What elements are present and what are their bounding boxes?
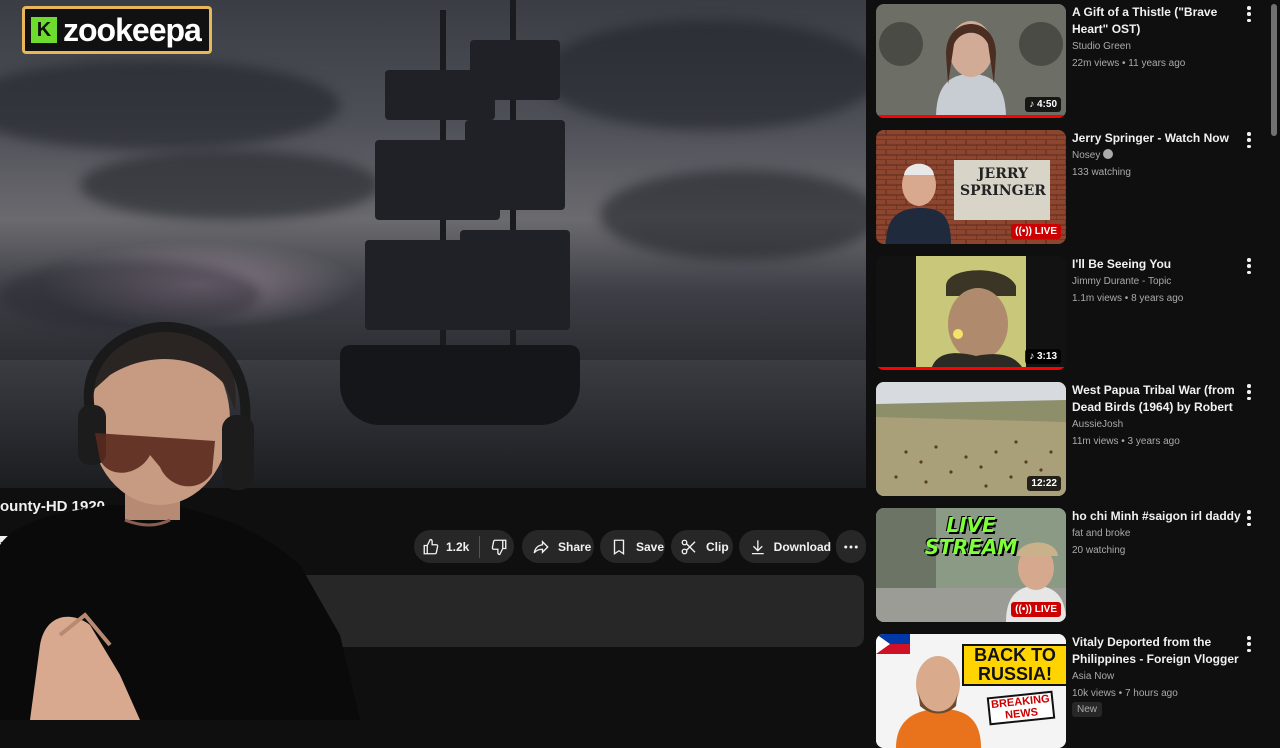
download-button[interactable]: Download bbox=[739, 530, 831, 563]
video-title[interactable]: A Gift of a Thistle ("Brave Heart" OST) bbox=[1072, 4, 1244, 38]
channel-name[interactable]: Studio Green bbox=[1072, 38, 1131, 55]
like-dislike-group: 1.2k bbox=[414, 530, 514, 563]
live-badge: ((•)) LIVE bbox=[1011, 602, 1061, 617]
recommendation-item[interactable]: ♪ 3:13 I'll Be Seeing You Jimmy Durante … bbox=[876, 252, 1266, 372]
divider bbox=[479, 535, 481, 558]
recommendation-item[interactable]: BACK TO RUSSIA! BREAKING NEWS Vitaly Dep… bbox=[876, 630, 1266, 748]
video-thumbnail[interactable]: LIVE STREAM ((•)) LIVE bbox=[876, 508, 1066, 622]
duration-text: 4:50 bbox=[1036, 99, 1057, 110]
video-title[interactable]: I'll Be Seeing You bbox=[1072, 256, 1244, 273]
save-button[interactable]: Save bbox=[600, 530, 665, 563]
cloud bbox=[80, 150, 380, 220]
video-title[interactable]: West Papua Tribal War (from Dead Birds (… bbox=[1072, 382, 1244, 416]
video-stats: 11m views • 3 years ago bbox=[1072, 436, 1180, 447]
recommendation-item[interactable]: LIVE STREAM ((•)) LIVE ho chi Minh #saig… bbox=[876, 504, 1266, 624]
duration-text: 12:22 bbox=[1031, 478, 1057, 489]
channel-name[interactable]: Jimmy Durante - Topic bbox=[1072, 273, 1171, 290]
download-label: Download bbox=[773, 539, 831, 554]
live-text: LIVE bbox=[1034, 604, 1057, 615]
duration-badge: 12:22 bbox=[1027, 476, 1061, 491]
more-actions-button[interactable] bbox=[836, 530, 866, 563]
clip-label: Clip bbox=[706, 539, 729, 554]
more-horizontal-icon bbox=[844, 545, 858, 548]
video-thumbnail[interactable]: ♪ 3:13 bbox=[876, 256, 1066, 370]
thumbs-up-icon bbox=[423, 538, 439, 554]
new-badge: New bbox=[1072, 702, 1103, 717]
cloud bbox=[540, 20, 866, 130]
recommendation-item[interactable]: JERRY SPRINGER ((•)) LIVE Jerry Springer… bbox=[876, 126, 1266, 246]
recommendation-item[interactable]: ♪ 4:50 A Gift of a Thistle ("Brave Heart… bbox=[876, 0, 1266, 120]
more-options-icon[interactable] bbox=[1245, 384, 1253, 400]
ship-sail bbox=[460, 230, 570, 330]
sidebar-scrollbar[interactable] bbox=[1271, 4, 1277, 136]
channel-name[interactable]: Nosey bbox=[1072, 147, 1114, 164]
more-options-icon[interactable] bbox=[1245, 510, 1253, 526]
cloud bbox=[0, 60, 340, 150]
video-stats: 1.1m views • 8 years ago bbox=[1072, 293, 1184, 304]
headphones-right-cup bbox=[222, 415, 254, 490]
share-label: Share bbox=[558, 539, 592, 554]
thumbnail-text: LIVE STREAM bbox=[924, 513, 1018, 559]
channel-label: Nosey bbox=[1072, 150, 1101, 161]
video-stats: 20 watching bbox=[1072, 545, 1126, 556]
scissors-icon bbox=[681, 539, 696, 554]
video-title[interactable]: Vitaly Deported from the Philippines - F… bbox=[1072, 634, 1244, 668]
live-text: LIVE bbox=[1034, 226, 1057, 237]
video-thumbnail[interactable]: BACK TO RUSSIA! BREAKING NEWS bbox=[876, 634, 1066, 748]
bookmark-icon bbox=[613, 539, 625, 555]
more-options-icon[interactable] bbox=[1245, 6, 1253, 22]
logo-text: zookeepa bbox=[63, 11, 202, 48]
channel-name[interactable]: AussieJosh bbox=[1072, 416, 1123, 433]
more-options-icon[interactable] bbox=[1245, 132, 1253, 148]
channel-name[interactable]: Asia Now bbox=[1072, 668, 1114, 685]
video-stats: 133 watching bbox=[1072, 167, 1131, 178]
streamer-webcam-overlay bbox=[0, 321, 360, 720]
channel-name[interactable]: fat and broke bbox=[1072, 525, 1130, 542]
clip-button[interactable]: Clip bbox=[671, 530, 733, 563]
duration-badge: ♪ 3:13 bbox=[1025, 349, 1061, 364]
duration-badge: ♪ 4:50 bbox=[1025, 97, 1061, 112]
thumbs-down-icon bbox=[492, 539, 507, 555]
zookeepa-logo: K zookeepa bbox=[22, 6, 212, 54]
thumbnail-text: JERRY SPRINGER bbox=[960, 166, 1046, 199]
like-button[interactable]: 1.2k bbox=[422, 538, 469, 556]
thumbnail-text: BACK TO RUSSIA! bbox=[962, 644, 1066, 686]
video-title[interactable]: ho chi Minh #saigon irl daddy bbox=[1072, 508, 1244, 525]
share-button[interactable]: Share bbox=[522, 530, 594, 563]
more-options-icon[interactable] bbox=[1245, 258, 1253, 274]
dislike-button[interactable] bbox=[490, 538, 508, 556]
duration-text: 3:13 bbox=[1036, 351, 1057, 362]
watch-progress-bar bbox=[876, 115, 1066, 118]
live-badge: ((•)) LIVE bbox=[1011, 224, 1061, 239]
cloud bbox=[600, 170, 866, 260]
download-icon bbox=[751, 539, 764, 554]
logo-k-icon: K bbox=[29, 15, 59, 45]
video-thumbnail[interactable]: 12:22 bbox=[876, 382, 1066, 496]
video-thumbnail[interactable]: ♪ 4:50 bbox=[876, 4, 1066, 118]
like-count: 1.2k bbox=[446, 539, 470, 554]
more-options-icon[interactable] bbox=[1245, 636, 1253, 652]
save-label: Save bbox=[636, 539, 665, 554]
video-thumbnail[interactable]: JERRY SPRINGER ((•)) LIVE bbox=[876, 130, 1066, 244]
watch-progress-bar bbox=[876, 367, 1066, 370]
video-stats: 22m views • 11 years ago bbox=[1072, 58, 1186, 69]
verified-icon bbox=[1103, 149, 1114, 159]
video-title[interactable]: Jerry Springer - Watch Now bbox=[1072, 130, 1244, 147]
video-stats: 10k views • 7 hours ago bbox=[1072, 688, 1178, 699]
ship-hull bbox=[340, 345, 580, 425]
share-icon bbox=[533, 539, 549, 554]
ship-sail bbox=[470, 40, 560, 100]
recommendations-sidebar: ♪ 4:50 A Gift of a Thistle ("Brave Heart… bbox=[876, 0, 1280, 748]
ship-sail bbox=[465, 120, 565, 210]
recommendation-item[interactable]: 12:22 West Papua Tribal War (from Dead B… bbox=[876, 378, 1266, 498]
